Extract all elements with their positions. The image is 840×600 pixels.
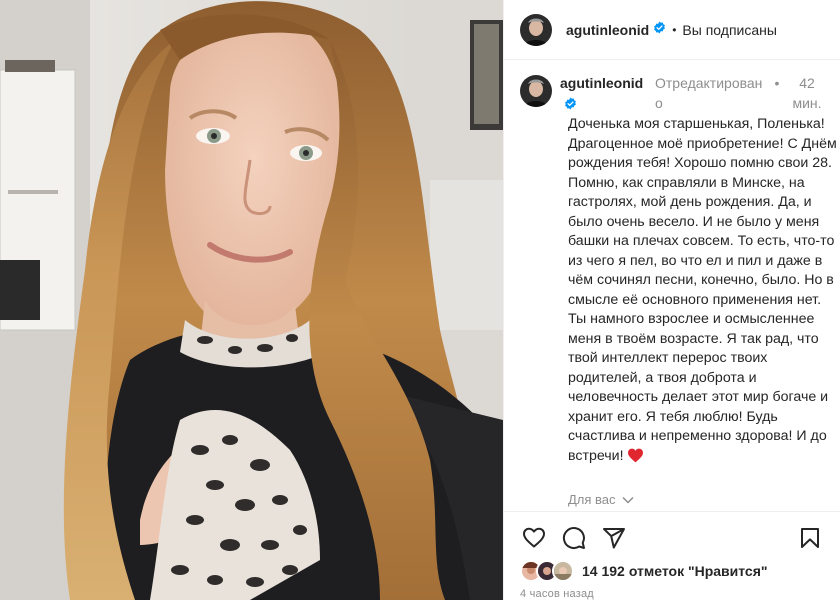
caption-username[interactable]: agutinleonid	[560, 73, 655, 115]
caption-text: Доченька моя старшенькая, Поленька! Драг…	[568, 116, 837, 464]
comment-bubble-icon	[562, 527, 585, 549]
action-icons-row	[504, 512, 840, 552]
paper-plane-icon	[603, 528, 625, 549]
likes-label[interactable]: отметок "Нравится"	[629, 563, 768, 579]
caption-verified-icon	[564, 95, 577, 115]
caption-avatar-image	[520, 75, 552, 107]
post-header: agutinleonid • Вы подписаны	[504, 0, 840, 60]
header-username[interactable]: agutinleonid	[566, 22, 649, 38]
post-actions: 14 192 отметок "Нравится" 4 часов назад	[504, 511, 840, 600]
follow-status-button[interactable]: Вы подписаны	[682, 22, 777, 38]
liker-avatar	[552, 560, 574, 582]
likes-count[interactable]: 14 192	[582, 563, 625, 579]
verified-badge-icon	[653, 21, 666, 39]
likes-row: 14 192 отметок "Нравится"	[504, 552, 840, 582]
caption-header: agutinleonid Отредактировано • 42 мин.	[520, 73, 824, 115]
save-button[interactable]	[796, 524, 824, 552]
translate-toggle[interactable]: Для вас	[568, 492, 824, 507]
photo-illustration	[0, 0, 503, 600]
caption-text-block: Доченька моя старшенькая, Поленька! Драг…	[568, 115, 840, 469]
caption-timestamp[interactable]: 42 мин.	[787, 73, 827, 115]
comments-section: agutinleonid Отредактировано • 42 мин. Д…	[504, 61, 840, 511]
avatar[interactable]	[520, 13, 552, 46]
comment-button[interactable]	[560, 524, 588, 552]
post-photo[interactable]	[0, 0, 503, 600]
post-side-panel: agutinleonid • Вы подписаны agutinleonid…	[503, 0, 840, 600]
translate-label[interactable]: Для вас	[568, 492, 616, 507]
bookmark-icon	[801, 528, 819, 548]
post-timestamp[interactable]: 4 часов назад	[504, 582, 840, 600]
header-separator: •	[672, 22, 677, 37]
red-heart-emoji-icon	[627, 448, 644, 470]
edited-label: Отредактировано	[655, 75, 763, 111]
chevron-down-icon	[622, 496, 634, 504]
share-button[interactable]	[600, 524, 628, 552]
caption-avatar[interactable]	[520, 75, 552, 107]
caption-separator: •	[774, 75, 780, 91]
like-button[interactable]	[520, 524, 548, 552]
caption-username-text[interactable]: agutinleonid	[560, 75, 643, 91]
avatar-image	[520, 13, 552, 46]
liker-avatars[interactable]	[520, 560, 576, 582]
heart-outline-icon	[523, 527, 545, 548]
